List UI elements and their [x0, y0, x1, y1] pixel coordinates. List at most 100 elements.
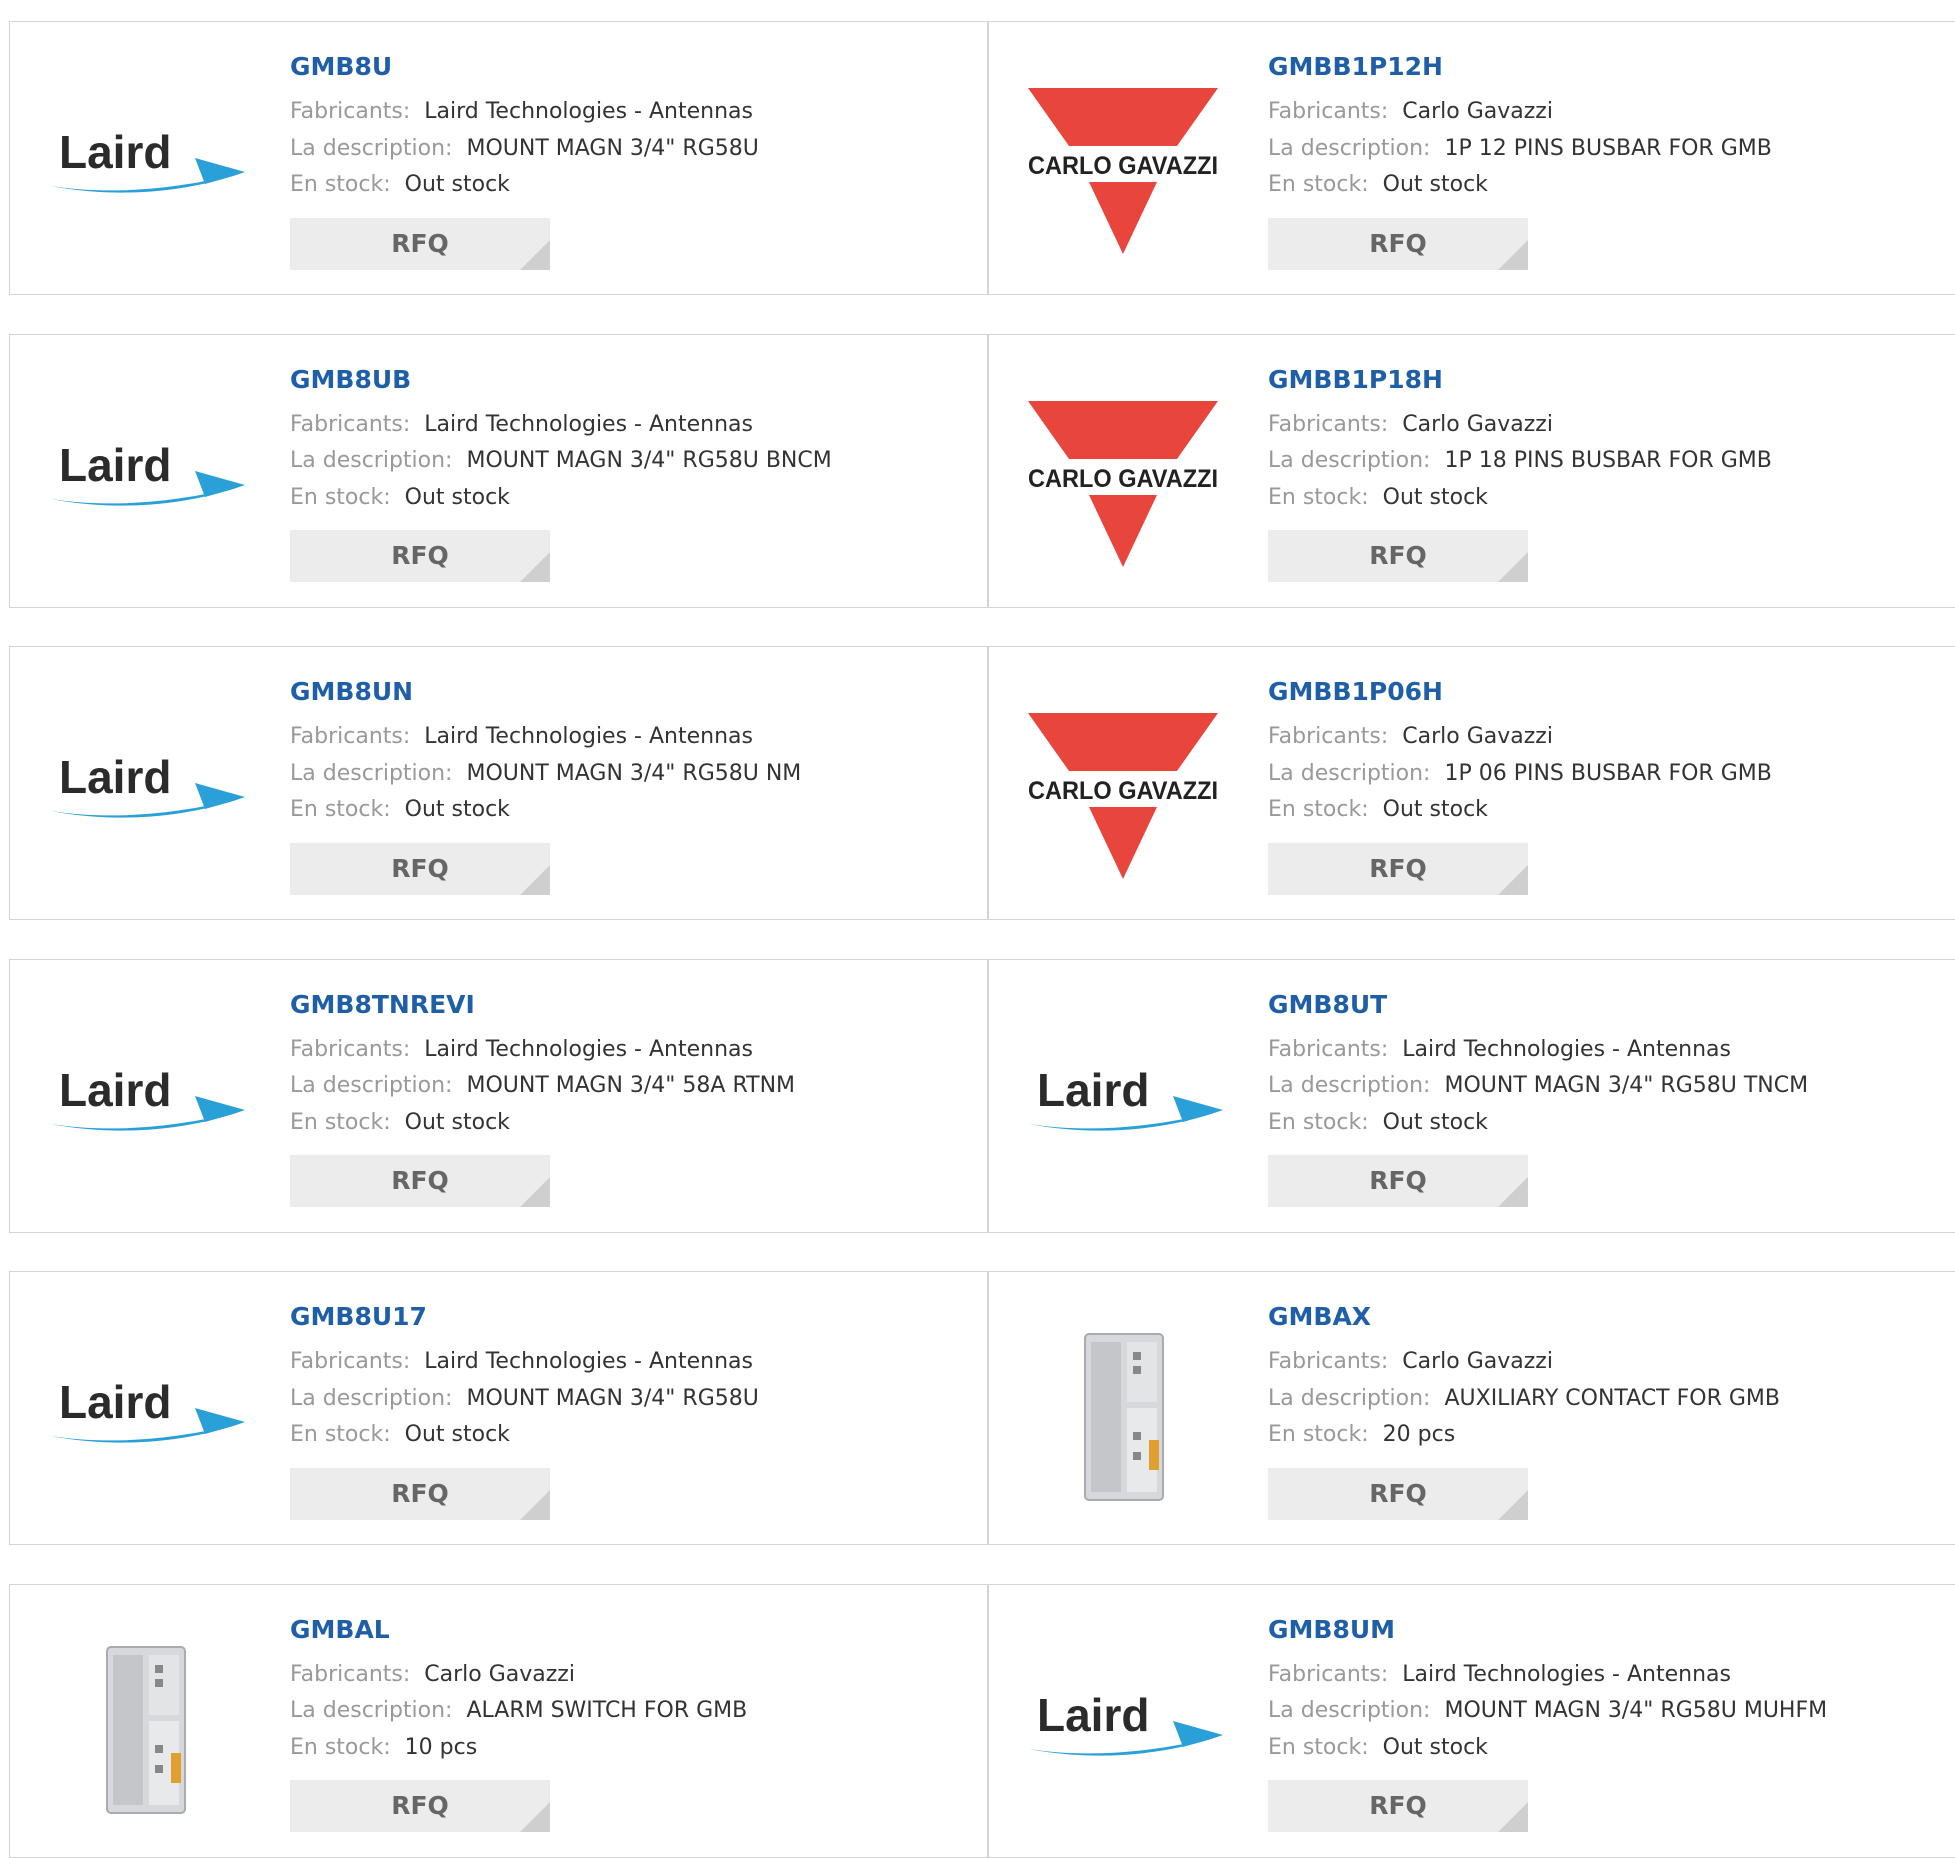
product-row: Laird GMB8TNREVI Fabricants: Laird Technolo…: [9, 958, 1955, 1233]
carlo-gavazzi-logo[interactable]: CARLO GAVAZZI: [1023, 375, 1223, 575]
stock-label: En stock:: [1268, 172, 1369, 197]
corner-triangle-icon: [520, 239, 550, 270]
part-number-link[interactable]: GMB8UM: [1268, 1615, 1955, 1645]
stock-label: En stock:: [290, 797, 391, 822]
product-card: Laird GMB8UM Fabricants: Laird Technologies…: [988, 1585, 1955, 1857]
description-label: La description:: [1268, 448, 1431, 473]
laird-logo[interactable]: Laird: [45, 687, 245, 887]
rfq-label: RFQ: [1369, 1791, 1427, 1820]
laird-logo[interactable]: Laird: [45, 375, 245, 575]
stock-value: Out stock: [1382, 1734, 1488, 1760]
description-label: La description:: [290, 448, 453, 473]
stock-label: En stock:: [1268, 797, 1369, 822]
rfq-button[interactable]: RFQ: [290, 530, 550, 582]
manufacturer-label: Fabricants:: [1268, 99, 1389, 124]
manufacturer-value: Carlo Gavazzi: [1402, 1349, 1553, 1374]
description-value: MOUNT MAGN 3/4" RG58U BNCM: [466, 448, 832, 473]
part-number-link[interactable]: GMBB1P12H: [1268, 52, 1955, 82]
product-card: GMBAX Fabricants: Carlo Gavazzi La descript…: [988, 1272, 1955, 1544]
product-row: Laird GMB8U17 Fabricants: Laird Technologie…: [9, 1271, 1955, 1545]
corner-triangle-icon: [1498, 552, 1528, 582]
rfq-label: RFQ: [1369, 1478, 1427, 1508]
corner-triangle-icon: [520, 1177, 550, 1207]
rfq-button[interactable]: RFQ: [1268, 1155, 1528, 1207]
rfq-button[interactable]: RFQ: [1268, 1467, 1528, 1520]
manufacturer-line: Fabricants: Laird Technologies - Antennas: [290, 1032, 987, 1069]
rfq-button[interactable]: RFQ: [290, 217, 550, 270]
manufacturer-line: Fabricants: Carlo Gavazzi: [290, 1657, 987, 1694]
part-number-link[interactable]: GMB8TNREVI: [290, 990, 987, 1020]
product-card: Laird GMB8UT Fabricants: Laird Technologies…: [988, 960, 1955, 1232]
stock-line: En stock: Out stock: [1268, 1730, 1955, 1767]
description-value: MOUNT MAGN 3/4" RG58U TNCM: [1444, 1073, 1809, 1098]
carlo-gavazzi-logo[interactable]: CARLO GAVAZZI: [1023, 687, 1223, 887]
part-number-link[interactable]: GMBAL: [290, 1615, 987, 1645]
part-number-link[interactable]: GMBAX: [1268, 1302, 1955, 1332]
part-number-link[interactable]: GMB8U: [290, 52, 987, 82]
corner-triangle-icon: [1498, 864, 1528, 895]
manufacturer-label: Fabricants:: [1268, 724, 1389, 749]
manufacturer-line: Fabricants: Laird Technologies - Antennas: [290, 1344, 987, 1381]
stock-value: Out stock: [404, 172, 510, 197]
rfq-button[interactable]: RFQ: [290, 842, 550, 895]
stock-line: En stock: Out stock: [1268, 1105, 1955, 1142]
stock-value: Out stock: [1382, 797, 1488, 822]
description-line: La description: ALARM SWITCH FOR GMB: [290, 1693, 987, 1730]
product-image[interactable]: [45, 1625, 245, 1825]
corner-triangle-icon: [520, 1489, 550, 1520]
stock-label: En stock:: [1268, 1422, 1369, 1447]
laird-logo[interactable]: Laird: [1023, 1625, 1223, 1825]
rfq-label: RFQ: [1369, 541, 1427, 570]
rfq-label: RFQ: [391, 228, 449, 258]
part-number-link[interactable]: GMB8U17: [290, 1302, 987, 1332]
rfq-button[interactable]: RFQ: [1268, 1780, 1528, 1832]
manufacturer-value: Carlo Gavazzi: [1402, 724, 1553, 749]
part-number-link[interactable]: GMBB1P18H: [1268, 365, 1955, 395]
description-value: MOUNT MAGN 3/4" 58A RTNM: [466, 1073, 796, 1098]
carlo-gavazzi-wordmark: CARLO GAVAZZI: [1028, 777, 1218, 805]
manufacturer-line: Fabricants: Laird Technologies - Antennas: [1268, 1657, 1955, 1694]
laird-logo[interactable]: Laird: [45, 1312, 245, 1512]
stock-label: En stock:: [290, 1109, 391, 1135]
laird-logo[interactable]: Laird: [45, 1000, 245, 1200]
rfq-label: RFQ: [1369, 1166, 1427, 1195]
rfq-button[interactable]: RFQ: [290, 1780, 550, 1832]
carlo-gavazzi-logo[interactable]: CARLO GAVAZZI: [1023, 62, 1223, 262]
description-line: La description: MOUNT MAGN 3/4" RG58U MUH…: [1268, 1693, 1955, 1730]
rfq-label: RFQ: [391, 1166, 449, 1195]
carlo-gavazzi-wordmark: CARLO GAVAZZI: [1028, 152, 1218, 180]
carlo-gavazzi-wordmark: CARLO GAVAZZI: [1028, 465, 1218, 493]
manufacturer-line: Fabricants: Carlo Gavazzi: [1268, 94, 1955, 131]
description-label: La description:: [1268, 1385, 1431, 1411]
laird-logo[interactable]: Laird: [1023, 1000, 1223, 1200]
product-card: Laird GMB8U Fabricants: Laird Technologies …: [10, 22, 987, 294]
manufacturer-label: Fabricants:: [290, 1661, 411, 1687]
manufacturer-line: Fabricants: Carlo Gavazzi: [1268, 407, 1955, 444]
part-number-link[interactable]: GMB8UN: [290, 677, 987, 707]
product-image[interactable]: [1023, 1312, 1223, 1512]
product-card: Laird GMB8UN Fabricants: Laird Technologies…: [10, 647, 987, 919]
product-card: CARLO GAVAZZI GMBB1P12H Fabricants: Carlo G…: [988, 22, 1955, 294]
description-line: La description: MOUNT MAGN 3/4" 58A RTNM: [290, 1068, 987, 1105]
laird-logo[interactable]: Laird: [45, 62, 245, 262]
description-line: La description: 1P 18 PINS BUSBAR FOR GMB: [1268, 443, 1955, 480]
description-value: MOUNT MAGN 3/4" RG58U: [466, 135, 759, 161]
stock-value: 20 pcs: [1382, 1422, 1456, 1447]
stock-value: Out stock: [1382, 1109, 1488, 1135]
description-line: La description: 1P 12 PINS BUSBAR FOR GMB: [1268, 131, 1955, 168]
manufacturer-value: Laird Technologies - Antennas: [424, 411, 753, 437]
manufacturer-line: Fabricants: Laird Technologies - Antennas: [290, 407, 987, 444]
description-line: La description: MOUNT MAGN 3/4" RG58U: [290, 1381, 987, 1418]
rfq-button[interactable]: RFQ: [290, 1155, 550, 1207]
rfq-button[interactable]: RFQ: [290, 1467, 550, 1520]
rfq-button[interactable]: RFQ: [1268, 217, 1528, 270]
rfq-button[interactable]: RFQ: [1268, 842, 1528, 895]
part-number-link[interactable]: GMBB1P06H: [1268, 677, 1955, 707]
part-number-link[interactable]: GMB8UT: [1268, 990, 1955, 1020]
stock-line: En stock: Out stock: [290, 1105, 987, 1142]
rfq-button[interactable]: RFQ: [1268, 530, 1528, 582]
part-number-link[interactable]: GMB8UB: [290, 365, 987, 395]
manufacturer-label: Fabricants:: [290, 411, 411, 437]
manufacturer-label: Fabricants:: [290, 724, 411, 749]
manufacturer-label: Fabricants:: [1268, 1036, 1389, 1062]
